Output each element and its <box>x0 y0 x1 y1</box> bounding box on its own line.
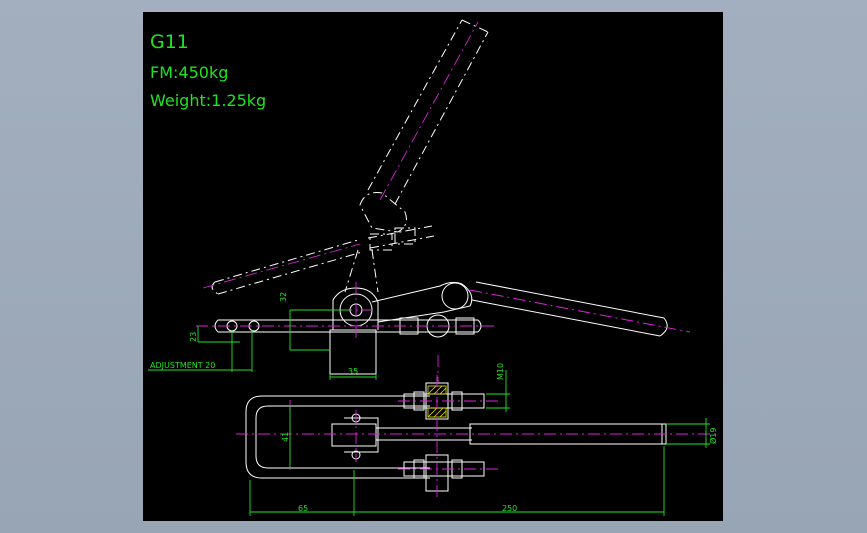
dim-32: 32 <box>279 292 288 302</box>
closed-handle-grip <box>471 281 668 337</box>
dim-35: 35 <box>348 367 358 376</box>
top-body <box>331 423 377 447</box>
force-label: FM:450kg <box>150 63 228 82</box>
top-dimensions <box>249 370 710 516</box>
drawing-title: G11 <box>150 31 189 53</box>
dim-adjustment: ADJUSTMENT 20 <box>150 361 215 370</box>
open-arm <box>211 239 379 295</box>
clamp-drawing: G11 FM:450kg Weight:1.25kg 32 23 ADJUSTM… <box>148 19 718 516</box>
handle-link <box>371 281 473 323</box>
dim-65: 65 <box>298 504 308 513</box>
u-bar <box>245 395 430 479</box>
cad-viewport: G11 FM:450kg Weight:1.25kg 32 23 ADJUSTM… <box>0 0 867 533</box>
top-view <box>245 382 667 492</box>
dim-250: 250 <box>502 504 517 513</box>
dim-23: 23 <box>189 332 198 342</box>
dim-19: Ø19 <box>708 428 718 444</box>
side-view <box>211 19 668 375</box>
raised-handle <box>359 19 489 251</box>
weight-label: Weight:1.25kg <box>150 91 266 110</box>
dim-41: 41 <box>281 432 290 442</box>
dim-m10: M10 <box>496 363 505 380</box>
